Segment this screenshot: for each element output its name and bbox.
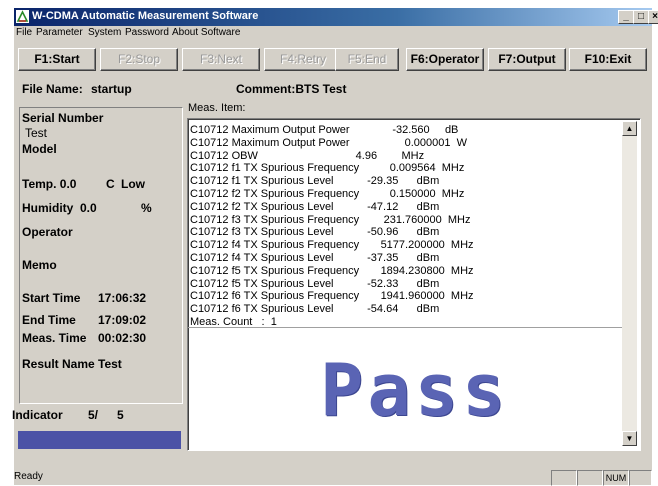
memo-label: Memo xyxy=(22,258,57,272)
end-time-label: End Time xyxy=(22,313,76,327)
measurement-line: C10712 f1 TX Spurious Level -29.35 dBm xyxy=(190,175,440,188)
menu-parameter[interactable]: Parameter xyxy=(36,27,83,38)
serial-number-value: Test xyxy=(25,126,48,140)
operator-label: Operator xyxy=(22,225,73,239)
measurement-line: C10712 f1 TX Spurious Frequency 0.009564… xyxy=(190,162,465,175)
meas-time-value: 00:02:30 xyxy=(98,331,147,345)
f7-output-button[interactable]: F7:Output xyxy=(488,48,566,71)
measurement-line: Meas. Count : 1 xyxy=(190,316,277,328)
meas-time-label: Meas. Time xyxy=(22,331,87,345)
file-name-label: File Name: xyxy=(22,82,83,96)
menu-system[interactable]: System xyxy=(88,27,121,38)
status-pane-4 xyxy=(629,470,652,486)
measurement-line: C10712 f2 TX Spurious Level -47.12 dBm xyxy=(190,200,440,213)
status-text: Ready xyxy=(14,471,43,482)
start-time-label: Start Time xyxy=(22,291,81,305)
file-name-value: startup xyxy=(91,82,132,96)
window-title: W-CDMA Automatic Measurement Software xyxy=(32,10,259,22)
result-pass-text: Pass xyxy=(320,348,510,432)
humidity-unit: % xyxy=(141,201,152,215)
minimize-button[interactable]: _ xyxy=(618,10,634,24)
f6-operator-button[interactable]: F6:Operator xyxy=(406,48,484,71)
meas-item-label: Meas. Item: xyxy=(188,102,246,114)
measurement-line: C10712 Maximum Output Power 0.000001 W xyxy=(190,136,467,149)
app-logo-icon xyxy=(16,10,29,23)
serial-number-label: Serial Number xyxy=(22,111,104,125)
start-time-value: 17:06:32 xyxy=(98,291,147,305)
end-time-value: 17:09:02 xyxy=(98,313,147,327)
indicator-label: Indicator xyxy=(12,408,63,422)
menu-about-software[interactable]: About Software xyxy=(172,27,240,38)
f3-next-button[interactable]: F3:Next xyxy=(182,48,260,71)
f4-retry-button[interactable]: F4:Retry xyxy=(264,48,342,71)
model-label: Model xyxy=(22,142,57,156)
measurement-line: C10712 f6 TX Spurious Frequency 1941.960… xyxy=(190,290,474,303)
measurement-line: C10712 f3 TX Spurious Level -50.96 dBm xyxy=(190,226,440,239)
measurement-line: C10712 f3 TX Spurious Frequency 231.7600… xyxy=(190,213,471,226)
scroll-up-icon[interactable]: ▲ xyxy=(622,121,637,136)
scroll-down-icon[interactable]: ▼ xyxy=(622,431,637,446)
measurement-line: C10712 OBW 4.96 MHz xyxy=(190,149,425,162)
measurement-line: C10712 f4 TX Spurious Level -37.35 dBm xyxy=(190,252,440,264)
f10-exit-button[interactable]: F10:Exit xyxy=(569,48,647,71)
humidity-value: 0.0 xyxy=(80,201,97,215)
measurement-line: C10712 f2 TX Spurious Frequency 0.150000… xyxy=(190,188,465,200)
menu-bar: File Parameter System Password About Sof… xyxy=(14,26,652,40)
result-divider xyxy=(188,327,622,328)
measurement-line: C10712 f6 TX Spurious Level -54.64 dBm xyxy=(190,303,440,316)
maximize-button[interactable]: □ xyxy=(633,10,649,24)
humidity-label: Humidity xyxy=(22,201,74,215)
status-bar: Ready NUM xyxy=(14,464,652,486)
title-bar: W-CDMA Automatic Measurement Software _ … xyxy=(14,8,658,26)
result-name-value: Test xyxy=(98,357,122,371)
indicator-value: 5/ xyxy=(88,408,99,422)
f1-start-button[interactable]: F1:Start xyxy=(18,48,96,71)
num-lock-indicator: NUM xyxy=(603,470,629,486)
temperature-unit: C xyxy=(106,177,115,191)
f2-stop-button[interactable]: F2:Stop xyxy=(100,48,178,71)
indicator-progress-bar xyxy=(18,431,181,449)
status-pane-2 xyxy=(577,470,603,486)
vertical-scrollbar[interactable]: ▲ ▼ xyxy=(622,121,637,446)
measurement-line: C10712 f5 TX Spurious Level -52.33 dBm xyxy=(190,277,440,290)
result-name-label: Result Name xyxy=(22,357,95,371)
measurement-line: C10712 f4 TX Spurious Frequency 5177.200… xyxy=(190,239,474,252)
measurement-line: C10712 f5 TX Spurious Frequency 1894.230… xyxy=(190,264,474,277)
comment-text: Comment:BTS Test xyxy=(236,82,347,96)
f5-end-button[interactable]: F5:End xyxy=(335,48,399,71)
status-pane-1 xyxy=(551,470,577,486)
temperature-status: Low xyxy=(121,177,145,191)
indicator-total: 5 xyxy=(117,408,124,422)
measurement-line: C10712 Maximum Output Power -32.560 dB xyxy=(190,124,459,136)
menu-password[interactable]: Password xyxy=(125,27,169,38)
close-button[interactable]: × xyxy=(648,10,658,24)
menu-file[interactable]: File xyxy=(16,27,32,38)
temperature-value: Temp. 0.0 xyxy=(22,177,77,191)
